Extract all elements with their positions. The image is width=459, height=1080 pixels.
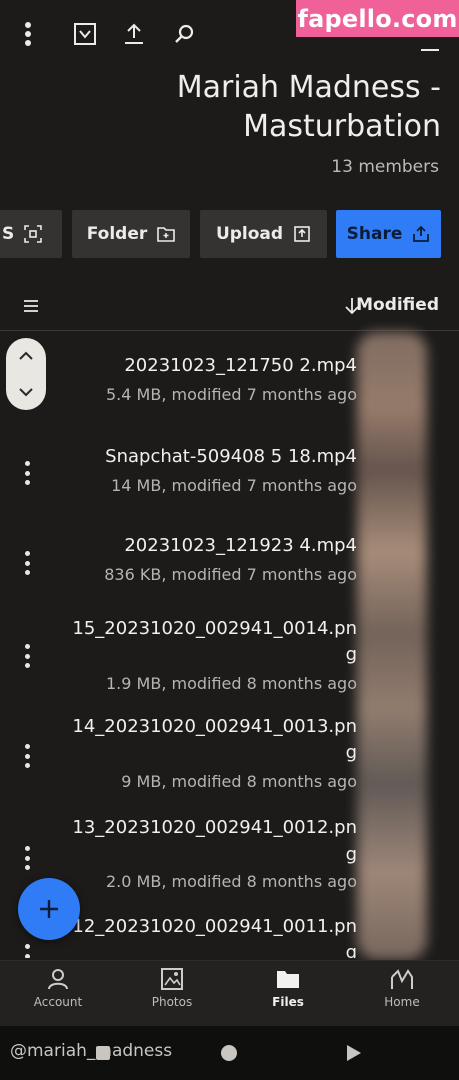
- file-name-wrap: g: [345, 942, 357, 958]
- share-icon: [413, 225, 430, 242]
- share-button-label: Share: [346, 224, 403, 244]
- more-options-icon[interactable]: [20, 551, 34, 575]
- file-name: 12_20231020_002941_0011.pn: [72, 916, 357, 937]
- page-title-line1: Mariah Madness -: [176, 70, 441, 105]
- file-name: 15_20231020_002941_0014.pn: [72, 618, 357, 639]
- upload-share-icon[interactable]: [118, 18, 150, 50]
- nav-photos-label: Photos: [151, 995, 193, 1009]
- file-name-wrap: g: [345, 644, 357, 665]
- search-icon[interactable]: [168, 18, 200, 50]
- file-name: 13_20231020_002941_0012.pn: [72, 817, 357, 838]
- more-options-icon[interactable]: [20, 744, 34, 768]
- file-thumbnails: [357, 332, 427, 960]
- recents-button[interactable]: [96, 1046, 110, 1060]
- bottom-navigation: Home Files Photos Account: [0, 960, 459, 1027]
- top-bar: fapello.com: [0, 0, 459, 68]
- add-folder-icon: [157, 227, 176, 242]
- folder-button-label: Folder: [86, 224, 148, 244]
- more-options-icon[interactable]: [20, 846, 34, 870]
- file-name: 14_20231020_002941_0013.pn: [72, 716, 357, 737]
- file-name: 20231023_121923 4.mp4: [124, 535, 357, 556]
- file-name-wrap: g: [345, 844, 357, 865]
- page-title-line2: Masturbation: [243, 109, 441, 144]
- page-title: Mariah Madness - Masturbation: [21, 68, 441, 146]
- file-meta: 5.4 MB, modified 7 months ago: [106, 385, 357, 404]
- share-button[interactable]: Share: [336, 210, 441, 258]
- more-options-icon[interactable]: [20, 461, 34, 485]
- sort-row: Modified: [0, 284, 459, 330]
- more-options-icon[interactable]: [20, 644, 34, 668]
- file-meta: 9 MB, modified 8 months ago: [121, 772, 357, 791]
- select-frame-icon: [24, 225, 43, 243]
- nav-files-label: Files: [272, 995, 304, 1009]
- menu-icon[interactable]: [414, 30, 446, 62]
- more-options-icon[interactable]: [20, 944, 34, 958]
- file-meta: 836 KB, modified 7 months ago: [104, 565, 357, 584]
- home-chart-icon: [391, 969, 413, 989]
- watermark-handle: @mariah_madness: [10, 1041, 173, 1061]
- nav-account[interactable]: Account: [8, 967, 108, 1023]
- account-icon: [48, 969, 68, 990]
- upload-file-icon: [294, 226, 310, 242]
- upload-button-label: Upload: [215, 224, 284, 244]
- divider: [0, 330, 459, 331]
- nav-files[interactable]: Files: [238, 967, 338, 1023]
- file-name: Snapchat-509408 5 18.mp4: [105, 446, 357, 467]
- folder-icon: [277, 971, 299, 988]
- file-meta: 2.0 MB, modified 8 months ago: [106, 872, 357, 891]
- photos-icon: [161, 968, 183, 990]
- file-meta: 1.9 MB, modified 8 months ago: [106, 674, 357, 693]
- nav-account-label: Account: [33, 995, 83, 1009]
- add-fab-button[interactable]: [18, 878, 80, 940]
- sort-label[interactable]: Modified: [356, 295, 439, 315]
- file-name-wrap: g: [345, 742, 357, 763]
- list-view-icon[interactable]: [22, 298, 40, 314]
- system-navigation-bar: @mariah_madness: [0, 1026, 459, 1080]
- triangle-back-icon: [347, 1045, 361, 1061]
- new-folder-button[interactable]: Folder: [72, 210, 190, 258]
- file-meta: 14 MB, modified 7 months ago: [111, 476, 357, 495]
- nav-home-label: Home: [384, 995, 420, 1009]
- select-checkbox-icon[interactable]: [69, 18, 101, 50]
- home-button[interactable]: [221, 1045, 237, 1061]
- member-count: 13 members: [331, 157, 439, 177]
- file-name: 20231023_121750 2.mp4: [124, 355, 357, 376]
- fast-scroll-handle[interactable]: [6, 338, 46, 410]
- nav-photos[interactable]: Photos: [122, 967, 222, 1023]
- plus-icon: [40, 900, 58, 918]
- upload-button[interactable]: Upload: [200, 210, 327, 258]
- chevron-up-icon: [19, 351, 33, 360]
- select-button-label: S: [2, 224, 15, 244]
- nav-home[interactable]: Home: [352, 967, 452, 1023]
- select-button[interactable]: S: [0, 210, 62, 258]
- back-button[interactable]: [345, 1043, 363, 1063]
- chevron-down-icon: [19, 388, 33, 397]
- more-vertical-icon[interactable]: [12, 18, 44, 50]
